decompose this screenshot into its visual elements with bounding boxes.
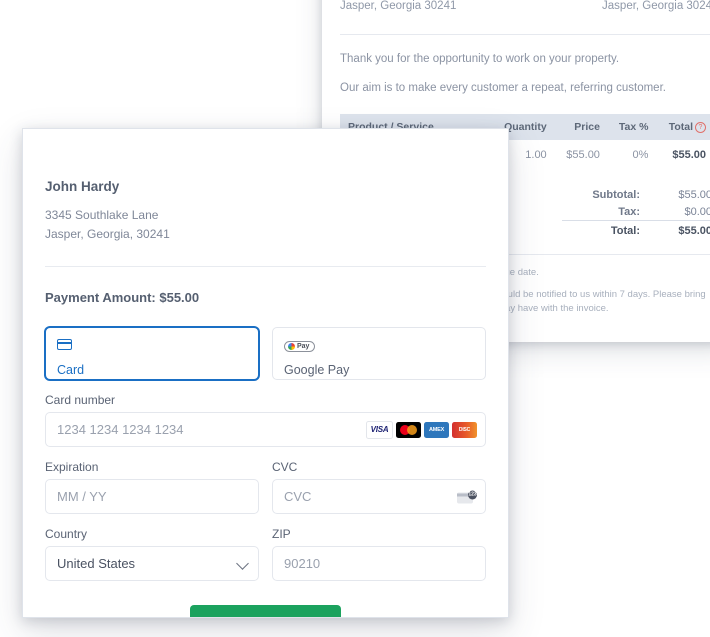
- card-number-field-wrap: VISA AMEX DISC: [45, 412, 486, 448]
- row-tax-percent: 0%: [632, 149, 649, 162]
- tab-card[interactable]: Card: [45, 327, 259, 381]
- question-circle-icon[interactable]: ?: [695, 122, 706, 134]
- expiration-col: Expiration: [45, 447, 259, 515]
- cvc-field-wrap: 123: [272, 479, 486, 515]
- google-g-icon: [288, 343, 295, 351]
- customer-name: John Hardy: [45, 179, 120, 194]
- invoice-tax-value: $0.00: [684, 205, 710, 218]
- invoice-col-total: Total?: [654, 114, 710, 141]
- tab-google-pay[interactable]: Pay Google Pay: [272, 327, 486, 381]
- customer-address-line-2: Jasper, Georgia, 30241: [45, 227, 170, 242]
- invoice-divider-top: [340, 33, 710, 35]
- zip-col: ZIP: [272, 514, 486, 582]
- row-price: $55.00: [566, 149, 600, 162]
- row-total: $55.00: [672, 149, 706, 162]
- invoice-col-total-label: Total: [668, 121, 693, 134]
- tab-card-label: Card: [57, 363, 85, 378]
- google-pay-icon: Pay: [284, 341, 316, 353]
- modal-divider: [45, 266, 486, 268]
- cvc-input[interactable]: [272, 479, 486, 515]
- invoice-address-right-line-2: Jasper, Georgia 3024: [602, 0, 710, 12]
- country-label: Country: [45, 527, 88, 542]
- expiration-cvc-row: Expiration CVC 123: [45, 447, 486, 515]
- invoice-address-right: 3345 Southlake Lan Jasper, Georgia 3024: [602, 0, 710, 16]
- submit-payment-button[interactable]: Submit Payment: [189, 605, 342, 617]
- card-number-input[interactable]: [45, 412, 486, 448]
- payment-method-tabs: Card Pay Google Pay: [45, 327, 486, 381]
- invoice-total-row: Total: $55.00: [562, 220, 710, 240]
- invoice-tax-row: Tax: $0.00: [562, 203, 710, 221]
- country-select-wrap: [45, 546, 259, 582]
- customer-address-line-1: 3345 Southlake Lane: [45, 208, 159, 222]
- invoice-note-1: Thank you for the opportunity to work on…: [340, 52, 620, 65]
- google-pay-badge-text: Pay: [297, 343, 310, 351]
- invoice-col-tax: Tax %: [605, 114, 655, 141]
- submit-payment-wrap: Submit Payment: [45, 605, 486, 617]
- card-number-label: Card number: [45, 393, 116, 408]
- customer-address: 3345 Southlake Lane Jasper, Georgia, 302…: [45, 206, 486, 244]
- tab-google-pay-label: Google Pay: [284, 363, 350, 378]
- invoice-note-2: Our aim is to make every customer a repe…: [340, 81, 666, 94]
- zip-label: ZIP: [272, 527, 291, 542]
- invoice-total-value: $55.00: [650, 220, 710, 240]
- payment-modal: John Hardy 3345 Southlake Lane Jasper, G…: [22, 128, 509, 618]
- invoice-col-price: Price: [552, 114, 606, 141]
- invoice-subtotal-row: Subtotal: $55.00: [562, 186, 710, 203]
- invoice-address-left: 3345 Southlake Lane Jasper, Georgia 3024…: [340, 0, 456, 16]
- invoice-addresses: 3345 Southlake Lane Jasper, Georgia 3024…: [340, 0, 710, 16]
- zip-input[interactable]: [272, 546, 486, 582]
- invoice-address-left-line-2: Jasper, Georgia 30241: [340, 0, 457, 12]
- country-col: Country: [45, 514, 259, 582]
- invoice-subtotal-label: Subtotal:: [592, 188, 640, 201]
- country-zip-row: Country ZIP: [45, 514, 486, 582]
- credit-card-icon: [57, 339, 72, 351]
- invoice-tax-label: Tax:: [618, 205, 640, 218]
- cvc-label: CVC: [272, 460, 298, 475]
- invoice-subtotal-value: $55.00: [678, 188, 710, 201]
- expiration-input[interactable]: [45, 479, 259, 515]
- payment-amount-label: Payment Amount: $55.00: [45, 290, 200, 306]
- expiration-label: Expiration: [45, 460, 99, 475]
- invoice-total-label: Total:: [562, 220, 650, 240]
- invoice-totals: Subtotal: $55.00 Tax: $0.00 Total: $55.0…: [562, 186, 710, 240]
- cvc-col: CVC 123: [272, 447, 486, 515]
- country-select[interactable]: [45, 546, 259, 582]
